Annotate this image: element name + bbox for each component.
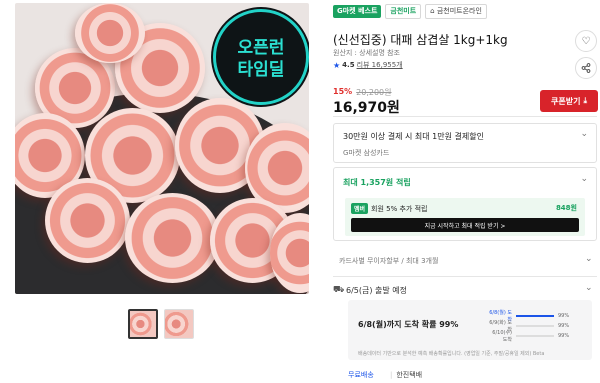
coupon-button[interactable]: 쿠폰받기 ⤓ <box>540 90 598 112</box>
seller-tag[interactable]: 금천미트 <box>385 4 422 19</box>
eta-bar <box>516 325 554 327</box>
share-icon <box>581 63 591 73</box>
truck-icon: ⛟ <box>333 285 345 295</box>
review-count-link[interactable]: 리뷰 16,955개 <box>357 60 403 70</box>
thumbnail-strip <box>128 309 194 339</box>
eta-bar <box>516 335 554 337</box>
member-row: 멤버 회원 5% 추가 적립 <box>351 203 427 214</box>
store-icon: ⌂ <box>430 7 437 15</box>
member-badge: 멤버 <box>351 203 369 214</box>
product-main-image: 오픈런 타임딜 <box>15 3 309 294</box>
thumbnail-2[interactable] <box>164 309 194 339</box>
member-points: 848원 <box>555 204 577 212</box>
thumbnail-1[interactable] <box>128 309 158 339</box>
meat-roll <box>125 193 220 283</box>
eta-note: 배송데이터 기반으로 분석한 예측 배송확률입니다. (영업일 기준, 주말/공… <box>358 351 545 357</box>
free-shipping-label: 무료배송 <box>348 371 374 379</box>
eta-panel: 6/8(월)까지 도착 확률 99% 6/8(월) 도착 99% 6/9(화) … <box>348 300 592 360</box>
chevron-down-icon[interactable]: ⌄ <box>585 254 593 264</box>
badge-line-1: 오픈런 <box>237 38 285 58</box>
coupon-label: 쿠폰받기 <box>551 96 581 106</box>
product-info-panel: G마켓 베스트 금천미트 ⌂ 금천미트온라인 (신선집중) 대패 삼겹살 1kg… <box>330 0 600 383</box>
product-title: (신선집중) 대패 삼겹살 1kg+1kg <box>333 33 508 47</box>
card-benefit-text: 30만원 이상 결제 시 최대 1만원 결제할인 <box>343 132 484 141</box>
eta-row: 6/10(수) 도착 99% <box>488 329 588 343</box>
eta-bar <box>516 315 554 317</box>
wishlist-button[interactable]: ♡ <box>575 30 597 52</box>
rating-row: ★ 4.5 리뷰 16,955개 <box>333 60 403 70</box>
best-tag: G마켓 베스트 <box>333 5 382 18</box>
member-signup-button[interactable]: 지금 시작하고 최대 적립 받기 > <box>351 218 579 232</box>
store-link[interactable]: ⌂ 금천미트온라인 <box>425 4 487 19</box>
rating-value: 4.5 <box>342 61 355 69</box>
meat-roll <box>45 178 130 263</box>
product-tags: G마켓 베스트 금천미트 ⌂ 금천미트온라인 <box>333 4 487 19</box>
time-deal-badge: 오픈런 타임딜 <box>213 9 309 105</box>
eta-row-label: 6/10(수) 도착 <box>492 330 512 343</box>
courier-name: | 한진택배 <box>390 371 423 379</box>
reward-max-points: 최대 1,357원 적립 <box>343 178 411 187</box>
origin-text: 원산지 : 상세설명 참조 <box>333 49 400 57</box>
share-button[interactable] <box>575 57 597 79</box>
badge-line-2: 타임딜 <box>237 60 285 80</box>
meat-roll <box>75 3 145 63</box>
card-benefit-card: G마켓 삼성카드 <box>343 149 390 157</box>
chevron-down-icon[interactable]: ⌄ <box>585 283 593 293</box>
eta-row-pct: 99% <box>558 333 570 339</box>
star-icon: ★ <box>333 60 341 70</box>
chevron-down-icon: ⌄ <box>580 174 588 184</box>
eta-headline: 6/8(월)까지 도착 확률 99% <box>358 320 459 329</box>
card-benefit-box[interactable]: 30만원 이상 결제 시 최대 1만원 결제할인 G마켓 삼성카드 ⌄ <box>333 123 597 163</box>
sale-price: 16,970원 <box>333 100 400 116</box>
courier-text: 한진택배 <box>396 371 423 379</box>
shipping-date: 6/5(금) 출발 예정 <box>346 286 408 295</box>
installment-info: 카드사별 무이자할부 / 최대 3개월 <box>339 257 439 265</box>
divider <box>333 276 597 277</box>
chevron-down-icon: ⌄ <box>580 129 588 139</box>
heart-icon: ♡ <box>581 35 591 47</box>
divider <box>333 116 597 117</box>
member-reward-panel: 멤버 회원 5% 추가 적립 848원 지금 시작하고 최대 적립 받기 > <box>345 198 585 236</box>
member-text: 회원 5% 추가 적립 <box>371 204 428 213</box>
eta-bar-fill <box>516 315 554 317</box>
download-icon: ⤓ <box>583 96 587 105</box>
store-name: 금천미트온라인 <box>436 7 482 15</box>
